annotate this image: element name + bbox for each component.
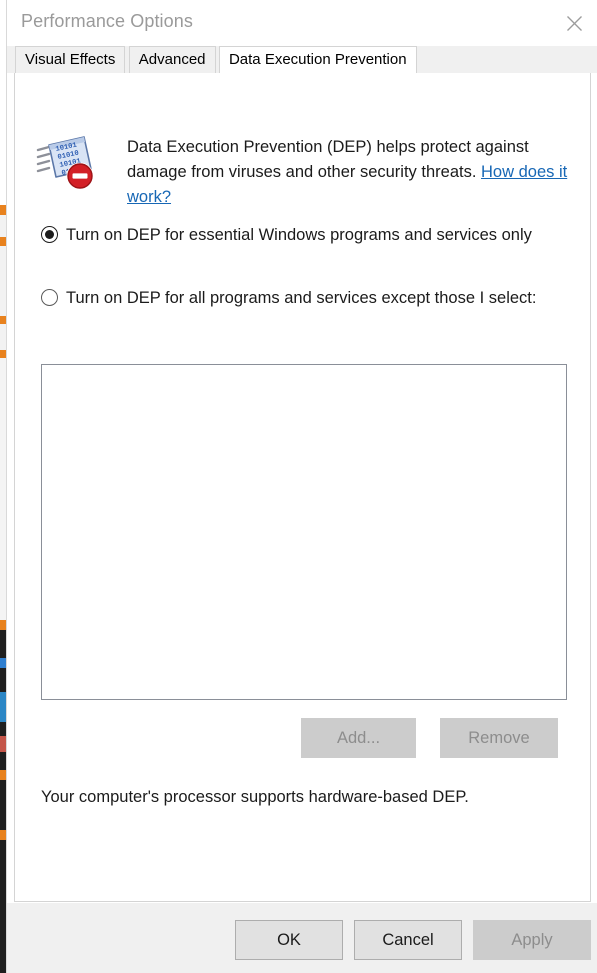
- dep-exclusion-listbox[interactable]: [41, 364, 567, 700]
- dep-description-text: Data Execution Prevention (DEP) helps pr…: [127, 138, 529, 181]
- dep-chip-blocked-icon: 10101 01010 10101 01010: [36, 131, 96, 191]
- radio-all-except-indicator[interactable]: [41, 289, 58, 306]
- dep-tab-panel: 10101 01010 10101 01010 Data Execution P…: [14, 73, 591, 902]
- apply-button[interactable]: Apply: [473, 920, 591, 960]
- dep-processor-status-text: Your computer's processor supports hardw…: [41, 788, 469, 806]
- window-title: Performance Options: [21, 11, 193, 31]
- dialog-footer: OK Cancel Apply: [7, 903, 597, 973]
- add-button[interactable]: Add...: [301, 718, 416, 758]
- tab-visual-effects[interactable]: Visual Effects: [15, 46, 126, 73]
- tab-data-execution-prevention[interactable]: Data Execution Prevention: [218, 46, 417, 73]
- ok-button[interactable]: OK: [235, 920, 343, 960]
- radio-all-except-label: Turn on DEP for all programs and service…: [66, 289, 537, 307]
- tab-advanced[interactable]: Advanced: [128, 46, 216, 73]
- radio-essential-indicator[interactable]: [41, 226, 58, 243]
- radio-essential-label: Turn on DEP for essential Windows progra…: [66, 226, 532, 244]
- list-action-buttons: Add... Remove: [15, 718, 590, 758]
- tab-strip: Visual Effects Advanced Data Execution P…: [7, 46, 597, 73]
- title-bar: Performance Options: [7, 0, 597, 46]
- dep-description: Data Execution Prevention (DEP) helps pr…: [127, 135, 571, 210]
- cancel-button[interactable]: Cancel: [354, 920, 462, 960]
- remove-button[interactable]: Remove: [440, 718, 558, 758]
- performance-options-dialog: Performance Options Visual Effects Advan…: [6, 0, 597, 973]
- close-icon[interactable]: [551, 0, 597, 46]
